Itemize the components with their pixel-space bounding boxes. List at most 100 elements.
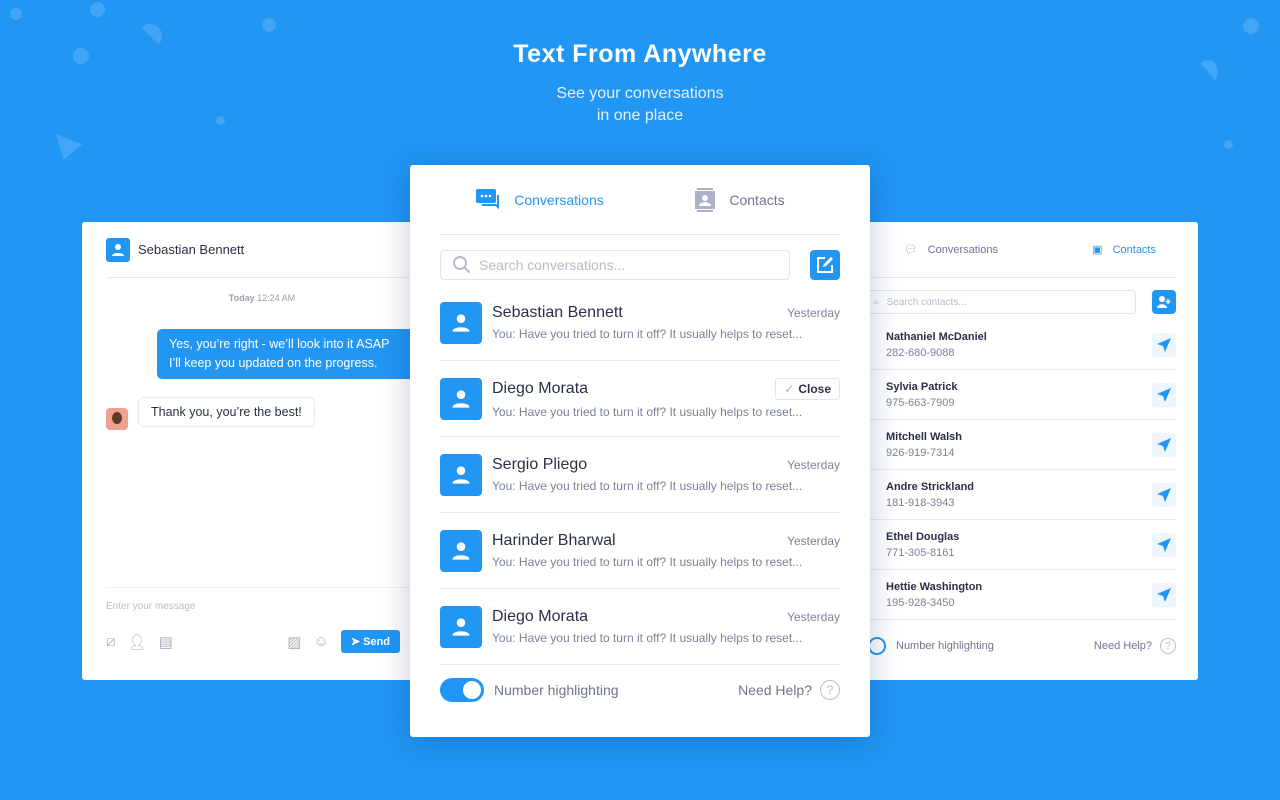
contact-avatar-icon (440, 301, 482, 344)
send-message-button[interactable] (1152, 532, 1176, 557)
conversation-preview: You: Have you tried to turn it off? It u… (492, 405, 803, 419)
conversation-preview: You: Have you tried to turn it off? It u… (492, 631, 803, 645)
chat-bubbles-icon: 💬︎ (903, 244, 918, 256)
send-message-button[interactable] (1152, 582, 1176, 607)
conversation-date: Yesterday (787, 610, 840, 624)
chat-contact-name: Sebastian Bennett (138, 242, 245, 257)
conversation-item[interactable]: Diego Morata ✓ Close You: Have you tried to… (440, 361, 840, 437)
decor-dot (10, 8, 22, 20)
incoming-message: Thank you, you’re the best! (138, 397, 315, 427)
chat-bubbles-icon (476, 188, 500, 209)
contact-item[interactable]: Hettie Washington 195-928-3450 (860, 570, 1176, 620)
contact-item[interactable]: Ethel Douglas 771-305-8161 (860, 520, 1176, 570)
search-conversations-input[interactable]: Search conversations... (440, 250, 790, 280)
conversation-preview: You: Have you tried to turn it off? It u… (492, 327, 803, 341)
tab-contacts[interactable]: Contacts (640, 187, 840, 212)
send-label: Send (363, 636, 390, 648)
decor-triangle (56, 134, 82, 160)
message-input[interactable]: Enter your message (106, 601, 442, 612)
conversation-date: Yesterday (787, 458, 840, 472)
help-link[interactable]: Need Help?? (738, 680, 840, 700)
close-button[interactable]: ✓ Close (775, 378, 840, 400)
conversation-item[interactable]: Harinder Bharwal Yesterday You: Have you t… (440, 513, 840, 589)
contact-phone: 926-919-7314 (886, 446, 955, 459)
contact-phone: 195-928-3450 (886, 596, 955, 609)
add-contact-button[interactable] (1152, 290, 1176, 314)
contact-card-icon (695, 187, 716, 212)
chat-panel: Sebastian Bennett Today 12:24 AM Yes, yo… (82, 222, 457, 680)
contact-avatar-icon (440, 453, 482, 496)
contact-name: Sylvia Patrick (886, 380, 958, 393)
send-message-button[interactable] (1152, 382, 1176, 407)
decor-dot (1243, 18, 1259, 34)
conversation-name: Diego Morata (492, 608, 589, 625)
note-icon[interactable]: ▤ (159, 633, 173, 651)
send-message-button[interactable] (1152, 432, 1176, 457)
contact-item[interactable]: Sylvia Patrick 975-663-7909 (860, 370, 1176, 420)
tab-conversations[interactable]: Conversations (440, 188, 640, 211)
tab-contacts[interactable]: ▣ Contacts (1018, 243, 1176, 257)
send-message-button[interactable] (1152, 332, 1176, 357)
send-button[interactable]: ➤ Send (340, 630, 400, 653)
conversation-name: Sebastian Bennett (492, 304, 623, 321)
conversation-item[interactable]: Diego Morata Yesterday You: Have you tried… (440, 589, 840, 665)
contact-item[interactable]: Nathaniel McDaniel 282-680-9088 (860, 320, 1176, 370)
search-contacts-input[interactable]: ⌕ Search contacts... (860, 290, 1136, 314)
contact-name: Nathaniel McDaniel (886, 330, 987, 343)
contact-avatar-icon (440, 377, 482, 420)
contact-phone: 181-918-3943 (886, 496, 955, 509)
contacts-panel: 💬︎ Conversations ▣ Contacts ⌕ Search contac… (838, 222, 1198, 680)
template-icon[interactable]: ⧄ (106, 633, 116, 650)
send-icon (1157, 437, 1171, 452)
help-icon: ? (1160, 638, 1176, 654)
search-icon: ⌕ (873, 296, 879, 308)
contact-name: Mitchell Walsh (886, 430, 962, 443)
send-icon (1157, 387, 1171, 402)
conversation-name: Diego Morata (492, 380, 589, 397)
conversation-name: Harinder Bharwal (492, 532, 616, 549)
chat-timestamp: Today 12:24 AM (228, 293, 296, 303)
send-icon (1157, 487, 1171, 502)
check-icon: ✓ (784, 382, 795, 396)
send-icon: ➤ (350, 636, 361, 648)
help-icon: ? (820, 680, 840, 700)
toggle-label: Number highlighting (494, 682, 619, 698)
number-highlighting-toggle[interactable] (440, 678, 484, 702)
tab-conversations[interactable]: 💬︎ Conversations (860, 243, 1018, 257)
conversation-name: Sergio Pliego (492, 456, 588, 473)
send-message-button[interactable] (1152, 482, 1176, 507)
conversation-date: Yesterday (787, 534, 840, 548)
emoji-icon[interactable]: ☺ (313, 633, 328, 650)
sender-avatar (106, 408, 128, 430)
add-user-icon (1157, 296, 1171, 308)
conversation-item[interactable]: Sergio Pliego Yesterday You: Have you trie… (440, 437, 840, 513)
decor-dot (1224, 140, 1233, 149)
help-link[interactable]: Need Help?? (1094, 638, 1176, 654)
image-icon[interactable]: ▨ (287, 633, 301, 651)
contact-name: Hettie Washington (886, 580, 983, 593)
contact-avatar-icon (440, 529, 482, 572)
contact-phone: 771-305-8161 (886, 546, 955, 559)
decor-dot (262, 18, 276, 32)
hero-subtitle: See your conversations in one place (556, 85, 724, 124)
toggle-label: Number highlighting (896, 640, 994, 652)
new-conversation-button[interactable] (810, 250, 840, 280)
contact-item[interactable]: Mitchell Walsh 926-919-7314 (860, 420, 1176, 470)
contact-card-icon: ▣ (1092, 244, 1103, 256)
send-icon (1157, 537, 1171, 552)
decor-dot (90, 2, 105, 17)
contact-avatar-icon (440, 605, 482, 648)
contact-phone: 975-663-7909 (886, 396, 955, 409)
contact-icon[interactable]: 👤︎ (128, 633, 147, 651)
conversation-preview: You: Have you tried to turn it off? It u… (492, 479, 803, 493)
conversation-date: Yesterday (787, 306, 840, 320)
hero: Text From Anywhere See your conversation… (0, 40, 1280, 127)
contact-name: Andre Strickland (886, 480, 975, 493)
contact-item[interactable]: Andre Strickland 181-918-3943 (860, 470, 1176, 520)
conversation-item[interactable]: Sebastian Bennett Yesterday You: Have you … (440, 285, 840, 361)
send-icon (1157, 587, 1171, 602)
contact-phone: 282-680-9088 (886, 346, 955, 359)
send-icon (1157, 337, 1171, 352)
search-icon (453, 256, 471, 274)
number-highlighting-toggle[interactable] (868, 637, 886, 655)
